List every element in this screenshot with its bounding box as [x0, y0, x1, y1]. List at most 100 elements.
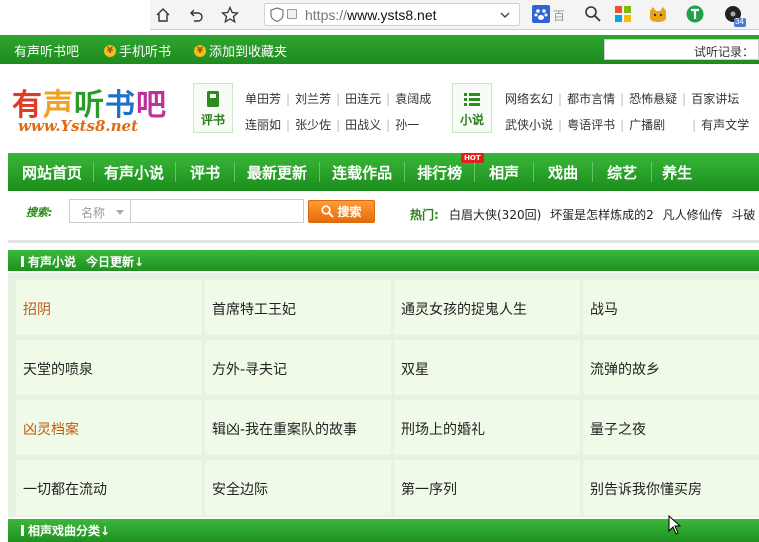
search-engine-text[interactable]: 百	[553, 7, 565, 24]
list-item[interactable]: 一切都在流动	[16, 460, 202, 515]
paw-search-icon[interactable]	[532, 5, 552, 25]
header-link[interactable]: 袁阔成	[395, 90, 431, 107]
section-subtitle: 今日更新↓	[86, 255, 145, 269]
lock-icon[interactable]	[287, 9, 297, 19]
nav-divider	[651, 162, 653, 182]
nav-serial[interactable]: 连载作品	[332, 162, 392, 183]
category-novel[interactable]: 小说	[452, 83, 492, 133]
header-link[interactable]: 孙一	[395, 116, 419, 133]
header-link[interactable]: 广播剧	[629, 116, 687, 133]
list-icon	[464, 93, 480, 106]
section-title[interactable]: 相声戏曲分类↓	[28, 524, 110, 538]
favorite-link[interactable]: ¥ 添加到收藏夹	[194, 41, 287, 60]
address-bar[interactable]: https://www.ysts8.net	[264, 3, 520, 26]
header-link[interactable]: 百家讲坛	[691, 90, 739, 107]
section-bar	[21, 525, 24, 536]
header-link[interactable]: 都市言情	[567, 90, 615, 107]
list-item[interactable]: 方外-寻夫记	[205, 340, 391, 395]
header-link[interactable]: 粤语评书	[567, 116, 615, 133]
shield-extension-icon[interactable]	[686, 5, 706, 25]
home-icon[interactable]	[153, 5, 173, 25]
search-row: 搜索: 名称 搜索 热门: 白眉大侠(320回) 坏蛋是怎样炼成的2 凡人修仙传…	[8, 191, 759, 233]
list-item[interactable]: 量子之夜	[583, 400, 759, 455]
list-item[interactable]: 第一序列	[394, 460, 580, 515]
search-label: 搜索:	[26, 206, 53, 219]
pingshu-links-row2: 连丽如 | 张少佐 | 田战义 | 孙一	[245, 116, 420, 133]
divider	[8, 240, 759, 243]
nav-health[interactable]: 养生	[662, 162, 692, 183]
nav-pingshu[interactable]: 评书	[190, 162, 220, 183]
top-strip: 有声听书吧 ¥ 手机听书 ¥ 添加到收藏夹 试听记录：	[0, 35, 759, 64]
header-link[interactable]: 田战义	[345, 116, 381, 133]
nav-opera[interactable]: 戏曲	[548, 162, 578, 183]
book-icon	[207, 91, 219, 107]
chevron-down-icon	[116, 210, 124, 215]
hot-item[interactable]: 凡人修仙传	[663, 208, 723, 222]
url-text[interactable]: https://www.ysts8.net	[305, 7, 437, 23]
header-link[interactable]: 有声文学	[701, 116, 749, 133]
category-pingshu-label: 评书	[200, 113, 225, 127]
hot-list: 白眉大侠(320回) 坏蛋是怎样炼成的2 凡人修仙传 斗破	[449, 206, 759, 223]
category-pingshu[interactable]: 评书	[193, 83, 233, 133]
list-item[interactable]: 流弹的故乡	[583, 340, 759, 395]
nav-divider	[533, 162, 535, 182]
undo-icon[interactable]	[186, 5, 206, 25]
header-link[interactable]: 刘兰芳	[295, 90, 331, 107]
hot-item[interactable]: 斗破	[731, 208, 755, 222]
nav-ranking[interactable]: 排行榜 HOT	[417, 152, 484, 183]
windows-apps-icon[interactable]	[614, 5, 634, 25]
header-link[interactable]: 连丽如	[245, 116, 281, 133]
nav-home[interactable]: 网站首页	[22, 162, 82, 183]
header-link[interactable]: 武侠小说	[505, 116, 553, 133]
history-box[interactable]: 试听记录：	[604, 39, 759, 60]
shield-icon[interactable]	[270, 7, 284, 25]
search-input[interactable]	[131, 199, 304, 223]
cat-extension-icon[interactable]	[648, 5, 668, 25]
list-item[interactable]: 安全边际	[205, 460, 391, 515]
search-icon[interactable]	[584, 5, 604, 25]
nav-divider	[474, 162, 476, 182]
header-link[interactable]: 网络玄幻	[505, 90, 553, 107]
list-item[interactable]: 别告诉我你懂买房	[583, 460, 759, 515]
header-link[interactable]: 张少佐	[295, 116, 331, 133]
list-item[interactable]: 招阴	[16, 280, 202, 335]
list-item[interactable]: 辑凶-我在重案队的故事	[205, 400, 391, 455]
search-type-select[interactable]: 名称	[69, 199, 131, 223]
mobile-link[interactable]: ¥ 手机听书	[104, 41, 171, 60]
search-icon	[321, 205, 335, 218]
section-title[interactable]: 有声小说	[28, 255, 76, 269]
coin-icon: ¥	[104, 44, 116, 57]
novel-links-row1: 网络玄幻 | 都市言情 | 恐怖悬疑 | 百家讲坛	[505, 90, 740, 107]
novel-links-row2: 武侠小说 | 粤语评书 | 广播剧 | 有声文学	[505, 116, 750, 133]
hot-badge: HOT	[461, 152, 484, 163]
header-link[interactable]: 恐怖悬疑	[629, 90, 677, 107]
nav-variety[interactable]: 综艺	[607, 162, 637, 183]
site-name-link[interactable]: 有声听书吧	[14, 41, 79, 60]
logo-url: www.Ysts8.net	[18, 117, 139, 135]
list-item[interactable]: 首席特工王妃	[205, 280, 391, 335]
nav-latest[interactable]: 最新更新	[247, 162, 307, 183]
list-item[interactable]: 战马	[583, 280, 759, 335]
header-link[interactable]: 单田芳	[245, 90, 281, 107]
list-item[interactable]: 凶灵档案	[16, 400, 202, 455]
list-item[interactable]: 双星	[394, 340, 580, 395]
header-link[interactable]: 田连元	[345, 90, 381, 107]
list-item[interactable]: 通灵女孩的捉鬼人生	[394, 280, 580, 335]
nav-divider	[319, 162, 321, 182]
url-dropdown-icon[interactable]	[499, 8, 511, 25]
search-button[interactable]: 搜索	[308, 200, 375, 223]
pingshu-links-row1: 单田芳 | 刘兰芳 | 田连元 | 袁阔成	[245, 90, 432, 107]
list-item[interactable]: 刑场上的婚礼	[394, 400, 580, 455]
nav-novel[interactable]: 有声小说	[104, 162, 164, 183]
url-host: www.ysts8.net	[347, 7, 437, 23]
hot-label: 热门:	[410, 208, 439, 222]
nav-divider	[592, 162, 594, 182]
nav-crosstalk[interactable]: 相声	[489, 162, 519, 183]
hot-item[interactable]: 白眉大侠(320回)	[449, 208, 541, 222]
list-item[interactable]: 天堂的喷泉	[16, 340, 202, 395]
hot-item[interactable]: 坏蛋是怎样炼成的2	[550, 208, 654, 222]
bookmark-star-icon[interactable]	[220, 5, 240, 25]
media-extension-icon[interactable]: 34	[724, 5, 748, 27]
browser-toolbar: https://www.ysts8.net 百 34	[0, 0, 759, 30]
section-bar	[21, 256, 24, 267]
